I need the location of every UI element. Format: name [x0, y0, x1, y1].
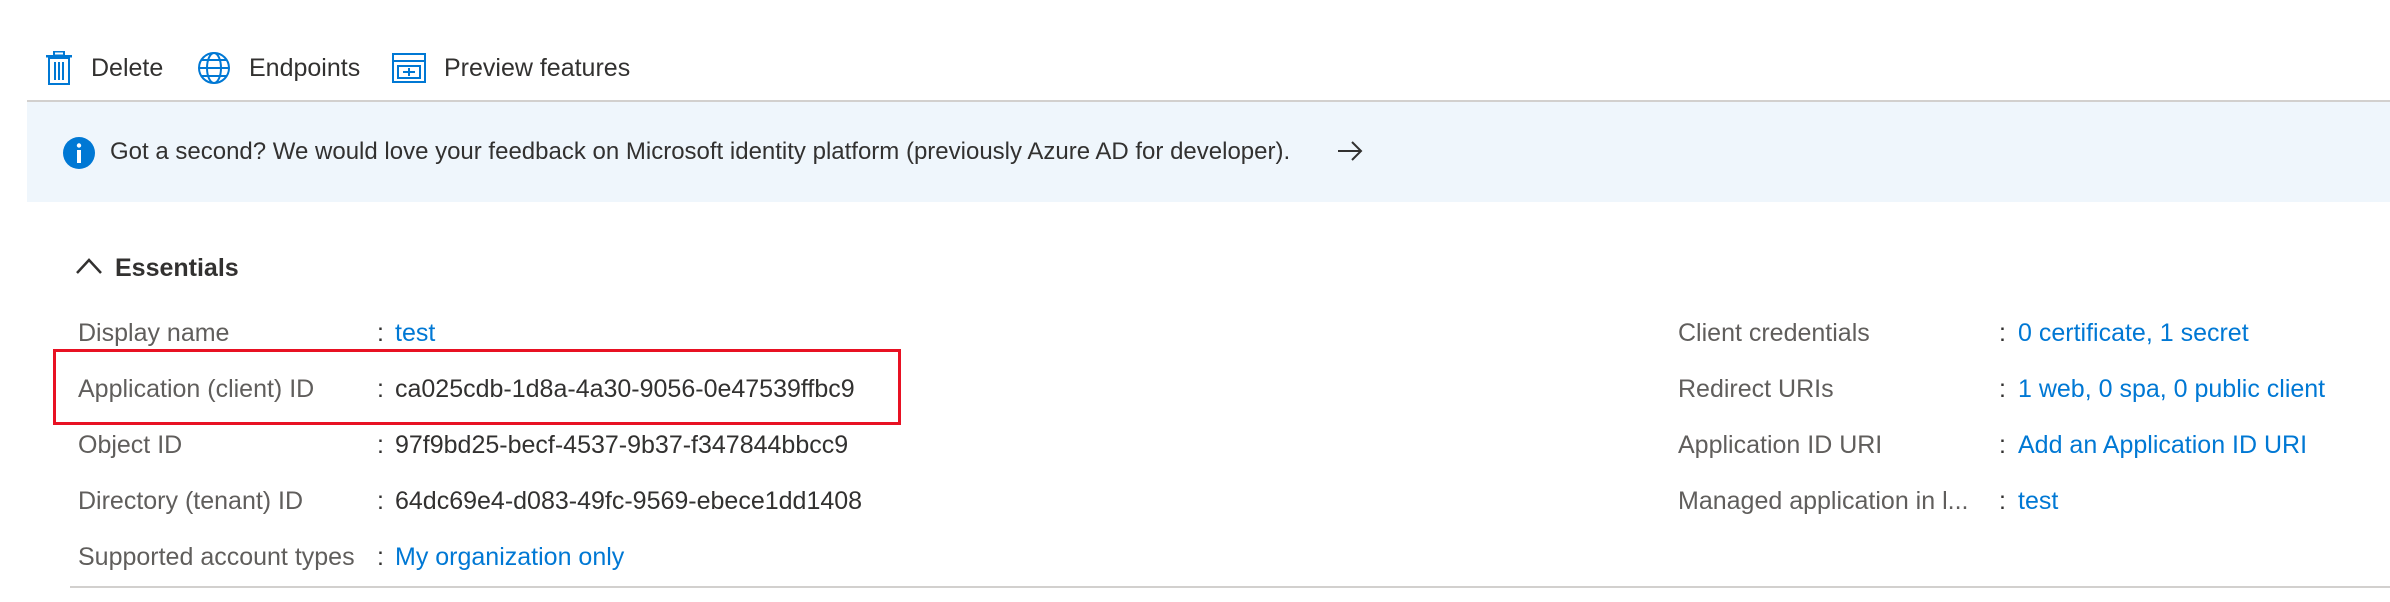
object-id-value: 97f9bd25-becf-4537-9b37-f347844bbcc9 [395, 431, 849, 459]
preview-features-icon [392, 53, 426, 83]
application-id-uri-label: Application ID URI [1678, 431, 1883, 459]
trash-icon [45, 51, 73, 85]
separator: : [1999, 431, 2006, 459]
chevron-up-icon [75, 257, 103, 280]
display-name-label: Display name [78, 319, 230, 347]
endpoints-button[interactable]: Endpoints [197, 44, 360, 92]
highlight-box [53, 349, 901, 425]
essentials-title: Essentials [115, 254, 239, 282]
divider [70, 586, 2390, 588]
separator: : [377, 543, 384, 571]
tenant-id-value: 64dc69e4-d083-49fc-9569-ebece1dd1408 [395, 487, 863, 515]
managed-application-link[interactable]: test [2018, 487, 2058, 516]
separator: : [1999, 487, 2006, 515]
separator: : [377, 487, 384, 515]
endpoints-label: Endpoints [249, 53, 361, 82]
add-application-id-uri-link[interactable]: Add an Application ID URI [2018, 431, 2307, 460]
managed-application-label: Managed application in l... [1678, 487, 1969, 515]
delete-label: Delete [91, 53, 164, 82]
essentials-toggle[interactable]: Essentials [75, 254, 239, 283]
feedback-banner: Got a second? We would love your feedbac… [27, 102, 2390, 202]
redirect-uris-link[interactable]: 1 web, 0 spa, 0 public client [2018, 375, 2325, 404]
account-types-label: Supported account types [78, 543, 355, 571]
display-name-link[interactable]: test [395, 319, 435, 348]
client-credentials-label: Client credentials [1678, 319, 1870, 347]
separator: : [377, 431, 384, 459]
feedback-message: Got a second? We would love your feedbac… [110, 138, 1291, 165]
account-types-link[interactable]: My organization only [395, 543, 624, 572]
redirect-uris-label: Redirect URIs [1678, 375, 1834, 403]
preview-features-label: Preview features [444, 53, 631, 82]
object-id-label: Object ID [78, 431, 183, 459]
delete-button[interactable]: Delete [45, 44, 163, 92]
client-credentials-link[interactable]: 0 certificate, 1 secret [2018, 319, 2249, 348]
separator: : [1999, 319, 2006, 347]
arrow-right-icon[interactable] [1337, 140, 1363, 167]
globe-icon [197, 51, 231, 85]
preview-features-button[interactable]: Preview features [392, 44, 630, 92]
command-bar: Delete Endpoints Preview features [27, 0, 2390, 102]
separator: : [1999, 375, 2006, 403]
tenant-id-label: Directory (tenant) ID [78, 487, 304, 515]
info-icon [62, 136, 96, 175]
separator: : [377, 319, 384, 347]
